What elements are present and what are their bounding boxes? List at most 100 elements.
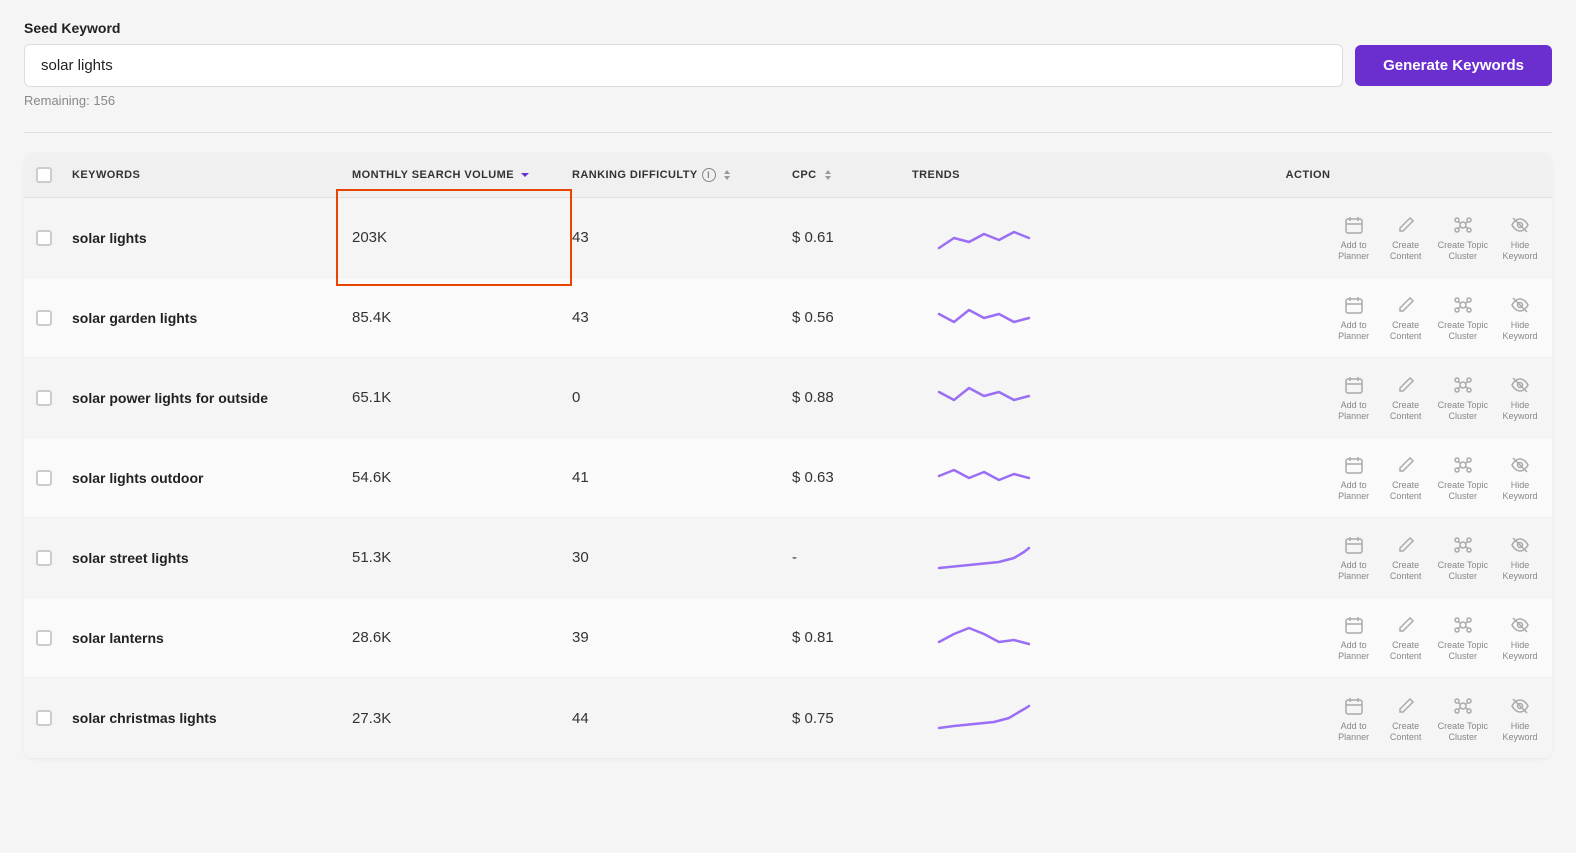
action-cell: Add toPlanner CreateContent Create Topic… bbox=[1064, 373, 1552, 422]
row-checkbox[interactable] bbox=[36, 710, 52, 726]
eye-off-icon bbox=[1508, 533, 1532, 557]
edit-icon bbox=[1394, 213, 1418, 237]
cpc-cell: $ 0.88 bbox=[784, 389, 904, 406]
volume-cell: 203K bbox=[344, 229, 564, 246]
cluster-icon bbox=[1451, 533, 1475, 557]
table-row: solar lanterns 28.6K 39 $ 0.81 Add toPla… bbox=[24, 598, 1552, 678]
row-check bbox=[24, 470, 64, 486]
trends-cell bbox=[904, 380, 1064, 416]
table-row: solar christmas lights 27.3K 44 $ 0.75 A… bbox=[24, 678, 1552, 758]
create-topic-cluster-button[interactable]: Create TopicCluster bbox=[1438, 213, 1488, 262]
difficulty-cell: 43 bbox=[564, 309, 784, 326]
th-cpc[interactable]: CPC bbox=[784, 168, 904, 182]
table-row: solar power lights for outside 65.1K 0 $… bbox=[24, 358, 1552, 438]
hide-keyword-button[interactable]: HideKeyword bbox=[1500, 694, 1540, 743]
th-check bbox=[24, 167, 64, 183]
row-checkbox[interactable] bbox=[36, 230, 52, 246]
table-row: solar street lights 51.3K 30 - Add toPla… bbox=[24, 518, 1552, 598]
difficulty-cell: 41 bbox=[564, 469, 784, 486]
hide-keyword-button[interactable]: HideKeyword bbox=[1500, 453, 1540, 502]
th-difficulty[interactable]: RANKING DIFFICULTY i bbox=[564, 168, 784, 182]
table-header: KEYWORDS MONTHLY SEARCH VOLUME RANKING D… bbox=[24, 153, 1552, 198]
create-topic-cluster-button[interactable]: Create TopicCluster bbox=[1438, 453, 1488, 502]
th-action: ACTION bbox=[1064, 169, 1552, 181]
volume-cell: 51.3K bbox=[344, 549, 564, 566]
hide-keyword-button[interactable]: HideKeyword bbox=[1500, 293, 1540, 342]
row-checkbox[interactable] bbox=[36, 390, 52, 406]
eye-off-icon bbox=[1508, 213, 1532, 237]
row-checkbox[interactable] bbox=[36, 470, 52, 486]
add-to-planner-button[interactable]: Add toPlanner bbox=[1334, 453, 1374, 502]
create-content-button[interactable]: CreateContent bbox=[1386, 373, 1426, 422]
difficulty-cell: 43 bbox=[564, 229, 784, 246]
create-content-button[interactable]: CreateContent bbox=[1386, 613, 1426, 662]
edit-icon bbox=[1394, 533, 1418, 557]
cluster-icon bbox=[1451, 613, 1475, 637]
row-check bbox=[24, 630, 64, 646]
action-cell: Add toPlanner CreateContent Create Topic… bbox=[1064, 533, 1552, 582]
trends-cell bbox=[904, 220, 1064, 256]
hide-keyword-button[interactable]: HideKeyword bbox=[1500, 373, 1540, 422]
add-to-planner-button[interactable]: Add toPlanner bbox=[1334, 694, 1374, 743]
create-content-button[interactable]: CreateContent bbox=[1386, 694, 1426, 743]
create-topic-cluster-button[interactable]: Create TopicCluster bbox=[1438, 533, 1488, 582]
keyword-cell: solar lights outdoor bbox=[64, 470, 344, 486]
divider bbox=[24, 132, 1552, 133]
seed-input[interactable] bbox=[24, 44, 1343, 87]
trends-cell bbox=[904, 620, 1064, 656]
row-checkbox[interactable] bbox=[36, 630, 52, 646]
action-cell: Add toPlanner CreateContent Create Topic… bbox=[1064, 613, 1552, 662]
edit-icon bbox=[1394, 694, 1418, 718]
keyword-cell: solar garden lights bbox=[64, 310, 344, 326]
table-row: solar garden lights 85.4K 43 $ 0.56 Add … bbox=[24, 278, 1552, 358]
row-check bbox=[24, 310, 64, 326]
add-to-planner-button[interactable]: Add toPlanner bbox=[1334, 613, 1374, 662]
action-cell: Add toPlanner CreateContent Create Topic… bbox=[1064, 213, 1552, 262]
add-to-planner-button[interactable]: Add toPlanner bbox=[1334, 373, 1374, 422]
create-topic-cluster-button[interactable]: Create TopicCluster bbox=[1438, 694, 1488, 743]
edit-icon bbox=[1394, 453, 1418, 477]
select-all-checkbox[interactable] bbox=[36, 167, 52, 183]
hide-keyword-button[interactable]: HideKeyword bbox=[1500, 613, 1540, 662]
eye-off-icon bbox=[1508, 293, 1532, 317]
add-to-planner-button[interactable]: Add toPlanner bbox=[1334, 533, 1374, 582]
create-content-button[interactable]: CreateContent bbox=[1386, 293, 1426, 342]
keyword-cell: solar christmas lights bbox=[64, 710, 344, 726]
hide-keyword-button[interactable]: HideKeyword bbox=[1500, 213, 1540, 262]
action-cell: Add toPlanner CreateContent Create Topic… bbox=[1064, 293, 1552, 342]
hide-keyword-button[interactable]: HideKeyword bbox=[1500, 533, 1540, 582]
create-content-button[interactable]: CreateContent bbox=[1386, 533, 1426, 582]
add-to-planner-button[interactable]: Add toPlanner bbox=[1334, 293, 1374, 342]
trends-cell bbox=[904, 700, 1064, 736]
page-wrapper: Seed Keyword Generate Keywords Remaining… bbox=[0, 0, 1576, 853]
difficulty-cell: 30 bbox=[564, 549, 784, 566]
generate-keywords-button[interactable]: Generate Keywords bbox=[1355, 45, 1552, 86]
add-to-planner-button[interactable]: Add toPlanner bbox=[1334, 213, 1374, 262]
volume-cell: 85.4K bbox=[344, 309, 564, 326]
eye-off-icon bbox=[1508, 694, 1532, 718]
difficulty-sort-icon bbox=[720, 168, 734, 182]
row-checkbox[interactable] bbox=[36, 550, 52, 566]
th-volume[interactable]: MONTHLY SEARCH VOLUME bbox=[344, 168, 564, 182]
cluster-icon bbox=[1451, 694, 1475, 718]
difficulty-info-icon[interactable]: i bbox=[702, 168, 716, 182]
cluster-icon bbox=[1451, 453, 1475, 477]
cpc-cell: $ 0.63 bbox=[784, 469, 904, 486]
keywords-table: KEYWORDS MONTHLY SEARCH VOLUME RANKING D… bbox=[24, 153, 1552, 758]
seed-input-row: Generate Keywords bbox=[24, 44, 1552, 87]
calendar-icon bbox=[1342, 694, 1366, 718]
trends-cell bbox=[904, 300, 1064, 336]
eye-off-icon bbox=[1508, 373, 1532, 397]
create-content-button[interactable]: CreateContent bbox=[1386, 213, 1426, 262]
create-topic-cluster-button[interactable]: Create TopicCluster bbox=[1438, 293, 1488, 342]
difficulty-cell: 0 bbox=[564, 389, 784, 406]
calendar-icon bbox=[1342, 453, 1366, 477]
row-checkbox[interactable] bbox=[36, 310, 52, 326]
row-check bbox=[24, 390, 64, 406]
create-topic-cluster-button[interactable]: Create TopicCluster bbox=[1438, 613, 1488, 662]
create-topic-cluster-button[interactable]: Create TopicCluster bbox=[1438, 373, 1488, 422]
action-cell: Add toPlanner CreateContent Create Topic… bbox=[1064, 453, 1552, 502]
create-content-button[interactable]: CreateContent bbox=[1386, 453, 1426, 502]
trends-cell bbox=[904, 540, 1064, 576]
volume-cell: 27.3K bbox=[344, 710, 564, 727]
